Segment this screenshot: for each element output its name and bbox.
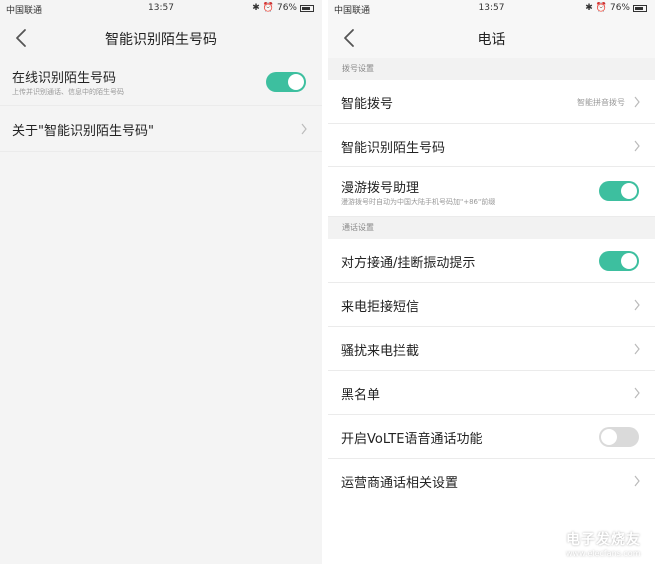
setting-row-harassment-block[interactable]: 骚扰来电拦截 bbox=[328, 327, 655, 371]
setting-row-volte[interactable]: 开启VoLTE语音通话功能 bbox=[328, 415, 655, 459]
vibrate-on-connect-toggle[interactable] bbox=[599, 251, 639, 271]
battery-icon bbox=[633, 4, 647, 12]
alarm-icon: ⏰ bbox=[262, 3, 274, 13]
setting-row-roaming-assistant[interactable]: 漫游拨号助理 漫游拨号时自动为中国大陆手机号码加"+86"前缀 bbox=[328, 167, 655, 217]
alarm-icon: ⏰ bbox=[595, 3, 607, 13]
setting-label: 智能拨号 bbox=[341, 97, 394, 112]
chevron-right-icon bbox=[634, 96, 640, 108]
setting-row-online-identify[interactable]: 在线识别陌生号码 上传并识别通话、信息中的陌生号码 bbox=[0, 58, 322, 106]
watermark-url: www.elecfans.com bbox=[566, 548, 641, 558]
chevron-right-icon bbox=[634, 475, 640, 487]
setting-row-about[interactable]: 关于"智能识别陌生号码" bbox=[0, 106, 322, 152]
setting-label: 来电拒接短信 bbox=[341, 300, 420, 315]
setting-label: 运营商通话相关设置 bbox=[341, 476, 459, 491]
roaming-assistant-toggle[interactable] bbox=[599, 181, 639, 201]
battery-percent: 76% bbox=[609, 3, 630, 13]
setting-label: 对方接通/挂断振动提示 bbox=[341, 256, 476, 271]
watermark-logo-icon bbox=[533, 529, 561, 557]
page-title: 电话 bbox=[477, 32, 506, 48]
setting-row-smart-dial[interactable]: 智能拨号 智能拼音拨号 bbox=[328, 80, 655, 124]
status-bar: 中国联通 13:57 ✱ ⏰ 76% bbox=[328, 0, 655, 18]
title-bar: 智能识别陌生号码 bbox=[0, 18, 322, 58]
watermark: 电子发烧友 www.elecfans.com bbox=[532, 528, 641, 558]
setting-description: 上传并识别通话、信息中的陌生号码 bbox=[12, 88, 124, 96]
battery-percent: 76% bbox=[276, 3, 297, 13]
chevron-right-icon bbox=[634, 140, 640, 152]
chevron-right-icon bbox=[634, 387, 640, 399]
status-right: ✱ ⏰ 76% bbox=[585, 3, 647, 13]
setting-label: 智能识别陌生号码 bbox=[341, 141, 446, 156]
setting-label: 骚扰来电拦截 bbox=[341, 344, 420, 359]
volte-toggle[interactable] bbox=[599, 427, 639, 447]
chevron-right-icon bbox=[301, 123, 307, 135]
bluetooth-icon: ✱ bbox=[252, 3, 260, 13]
setting-row-vibrate-on-connect[interactable]: 对方接通/挂断振动提示 bbox=[328, 239, 655, 283]
setting-label: 开启VoLTE语音通话功能 bbox=[341, 432, 483, 447]
setting-label: 漫游拨号助理 bbox=[341, 181, 420, 196]
status-bar: 中国联通 13:57 ✱ ⏰ 76% bbox=[0, 0, 322, 18]
setting-label: 关于"智能识别陌生号码" bbox=[12, 124, 154, 139]
section-header-call: 通话设置 bbox=[328, 217, 655, 239]
setting-row-reject-sms[interactable]: 来电拒接短信 bbox=[328, 283, 655, 327]
watermark-text: 电子发烧友 bbox=[566, 531, 641, 548]
battery-icon bbox=[300, 4, 314, 12]
title-bar: 电话 bbox=[328, 18, 655, 58]
online-identify-toggle[interactable] bbox=[266, 72, 306, 92]
setting-label: 黑名单 bbox=[341, 388, 381, 403]
chevron-right-icon bbox=[634, 299, 640, 311]
setting-row-smart-identify[interactable]: 智能识别陌生号码 bbox=[328, 124, 655, 167]
left-screen: 中国联通 13:57 ✱ ⏰ 76% 智能识别陌生号码 在线识别陌生号码 上传并… bbox=[0, 0, 322, 564]
setting-row-blacklist[interactable]: 黑名单 bbox=[328, 371, 655, 415]
section-header-dial: 拨号设置 bbox=[328, 58, 655, 80]
right-screen: 中国联通 13:57 ✱ ⏰ 76% 电话 拨号设置 智能拨号 智能拼音拨号 智… bbox=[328, 0, 655, 564]
bluetooth-icon: ✱ bbox=[585, 3, 593, 13]
setting-row-carrier-settings[interactable]: 运营商通话相关设置 bbox=[328, 459, 655, 503]
status-right: ✱ ⏰ 76% bbox=[252, 3, 314, 13]
page-title: 智能识别陌生号码 bbox=[105, 32, 217, 48]
setting-description: 漫游拨号时自动为中国大陆手机号码加"+86"前缀 bbox=[341, 198, 496, 206]
setting-value: 智能拼音拨号 bbox=[577, 98, 625, 107]
setting-label: 在线识别陌生号码 bbox=[12, 71, 117, 86]
chevron-right-icon bbox=[634, 343, 640, 355]
